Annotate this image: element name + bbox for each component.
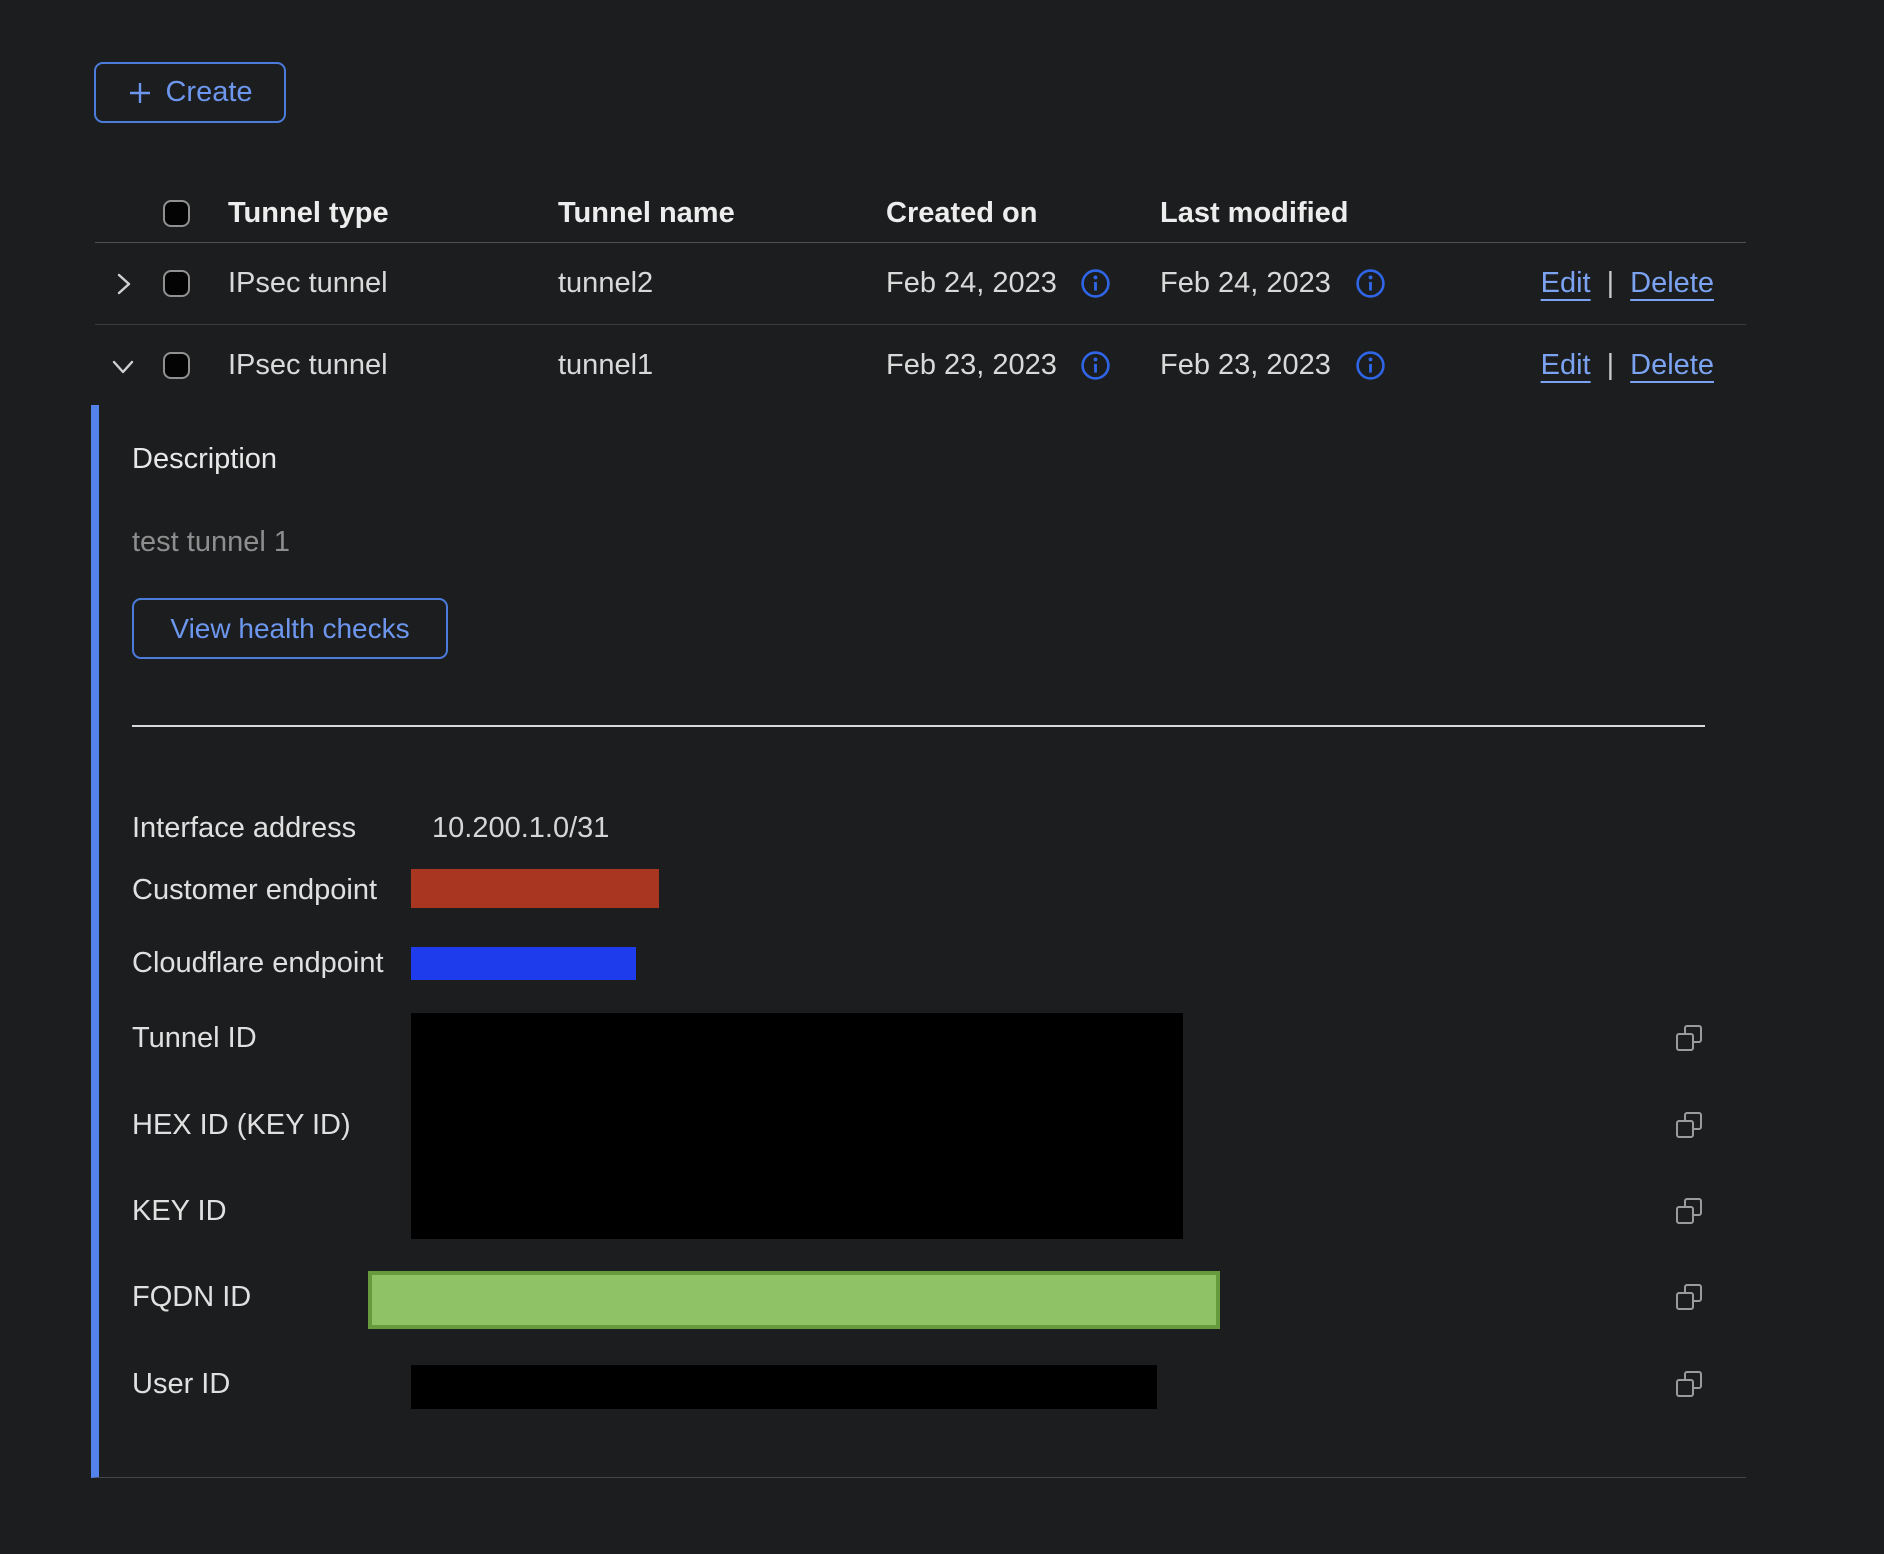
copy-hex-id-button[interactable] xyxy=(1672,1109,1706,1143)
copy-icon xyxy=(1673,1281,1705,1313)
field-label-tunnel-id: Tunnel ID xyxy=(132,1017,257,1059)
section-divider xyxy=(132,725,1705,727)
field-label-key-id: KEY ID xyxy=(132,1190,227,1232)
copy-key-id-button[interactable] xyxy=(1672,1195,1706,1229)
tunnel-detail-panel: Description test tunnel 1 View health ch… xyxy=(91,405,1746,1478)
info-icon[interactable] xyxy=(1080,268,1111,299)
description-heading: Description xyxy=(132,443,277,476)
edit-link[interactable]: Edit xyxy=(1541,267,1591,300)
field-value-interface-address: 10.200.1.0/31 xyxy=(432,807,609,849)
tunnel-name-cell: tunnel1 xyxy=(558,326,653,405)
table-row: IPsec tunnel tunnel1 Feb 23, 2023 Feb 23… xyxy=(95,326,1746,405)
expand-row-button[interactable] xyxy=(103,243,143,324)
field-label-customer-endpoint: Customer endpoint xyxy=(132,869,377,911)
copy-fqdn-id-button[interactable] xyxy=(1672,1281,1706,1315)
redacted-customer-endpoint xyxy=(411,869,659,908)
redacted-tunnel-ids xyxy=(411,1013,1183,1239)
redacted-user-id xyxy=(411,1365,1157,1409)
delete-link[interactable]: Delete xyxy=(1630,349,1714,382)
delete-link[interactable]: Delete xyxy=(1630,267,1714,300)
table-header: Tunnel type Tunnel name Created on Last … xyxy=(95,185,1746,243)
select-row-checkbox[interactable] xyxy=(163,270,190,297)
tunnel-name-cell: tunnel2 xyxy=(558,243,653,324)
table-row: IPsec tunnel tunnel2 Feb 24, 2023 Feb 24… xyxy=(95,243,1746,325)
copy-user-id-button[interactable] xyxy=(1672,1368,1706,1402)
redacted-cloudflare-endpoint xyxy=(411,947,636,980)
column-header-tunnel-type: Tunnel type xyxy=(228,185,389,242)
chevron-down-icon xyxy=(110,353,136,379)
plus-icon xyxy=(127,80,153,106)
copy-icon xyxy=(1673,1195,1705,1227)
edit-link[interactable]: Edit xyxy=(1541,349,1591,382)
action-separator: | xyxy=(1607,267,1615,300)
field-label-fqdn-id: FQDN ID xyxy=(132,1276,251,1318)
last-modified-cell: Feb 23, 2023 xyxy=(1160,326,1331,405)
field-label-hex-id: HEX ID (KEY ID) xyxy=(132,1104,351,1146)
copy-icon xyxy=(1673,1022,1705,1054)
created-on-cell: Feb 23, 2023 xyxy=(886,326,1057,405)
info-icon[interactable] xyxy=(1355,268,1386,299)
copy-tunnel-id-button[interactable] xyxy=(1672,1022,1706,1056)
copy-icon xyxy=(1673,1368,1705,1400)
description-text: test tunnel 1 xyxy=(132,526,290,559)
select-row-checkbox[interactable] xyxy=(163,352,190,379)
tunnels-page: Create Tunnel type Tunnel name Created o… xyxy=(0,0,1884,1554)
redacted-fqdn-id xyxy=(368,1271,1220,1329)
view-health-checks-button[interactable]: View health checks xyxy=(132,598,448,659)
info-icon[interactable] xyxy=(1080,350,1111,381)
action-separator: | xyxy=(1607,349,1615,382)
collapse-row-button[interactable] xyxy=(103,326,143,405)
info-icon[interactable] xyxy=(1355,350,1386,381)
last-modified-cell: Feb 24, 2023 xyxy=(1160,243,1331,324)
column-header-created-on: Created on xyxy=(886,185,1037,242)
created-on-cell: Feb 24, 2023 xyxy=(886,243,1057,324)
create-button-label: Create xyxy=(165,76,252,109)
create-button[interactable]: Create xyxy=(94,62,286,123)
field-label-interface-address: Interface address xyxy=(132,807,356,849)
column-header-last-modified: Last modified xyxy=(1160,185,1349,242)
field-label-cloudflare-endpoint: Cloudflare endpoint xyxy=(132,942,384,984)
tunnel-type-cell: IPsec tunnel xyxy=(228,326,388,405)
tunnel-type-cell: IPsec tunnel xyxy=(228,243,388,324)
column-header-tunnel-name: Tunnel name xyxy=(558,185,735,242)
field-label-user-id: User ID xyxy=(132,1363,230,1405)
chevron-right-icon xyxy=(110,271,136,297)
select-all-checkbox[interactable] xyxy=(163,200,190,227)
copy-icon xyxy=(1673,1109,1705,1141)
